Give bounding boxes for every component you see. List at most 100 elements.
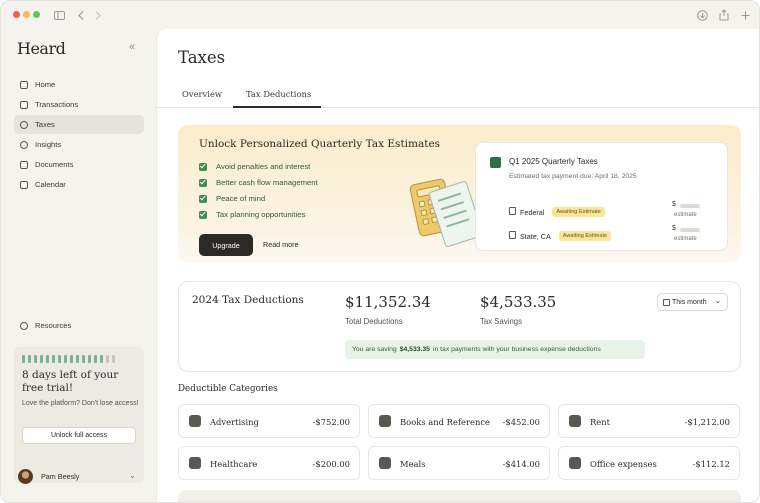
sidebar-item-label: Insights: [35, 140, 62, 149]
home-icon: [20, 80, 28, 89]
calendar-icon: [20, 180, 28, 189]
upgrade-button[interactable]: Upgrade: [199, 234, 253, 256]
estimate-card-subtitle: Estimated tax payment due: April 18, 202…: [509, 173, 637, 180]
check-icon: [199, 162, 207, 171]
category-name: Rent: [590, 417, 611, 427]
megaphone-icon: [189, 415, 201, 427]
chevron-down-icon: ⌄: [715, 298, 721, 305]
total-deductions-value: $11,352.34: [345, 293, 431, 311]
state-row: State, CA Awaiting Estimate: [520, 231, 612, 241]
building-icon: [569, 415, 581, 427]
back-icon[interactable]: [76, 8, 86, 22]
category-value: -$200.00: [312, 459, 350, 469]
check-icon: [199, 210, 207, 219]
status-badge: Awaiting Estimate: [558, 231, 612, 241]
document-icon: [20, 160, 28, 169]
estimate-card-title: Q1 2025 Quarterly Taxes: [509, 157, 598, 166]
office-icon: [569, 457, 581, 469]
deductions-summary-card: 2024 Tax Deductions $11,352.34 Total Ded…: [178, 281, 741, 372]
forward-icon[interactable]: [93, 8, 103, 22]
tab-tax-deductions[interactable]: Tax Deductions: [246, 89, 311, 99]
help-icon: [20, 321, 28, 330]
saving-prefix: You are saving: [352, 346, 397, 353]
download-icon[interactable]: [696, 8, 708, 22]
heard-logo[interactable]: Heard: [17, 39, 66, 58]
avatar: [18, 469, 33, 484]
category-name: Books and Reference: [400, 417, 491, 427]
active-tab-indicator: [233, 106, 321, 108]
sidebar-toggle-icon[interactable]: [53, 8, 65, 22]
tax-savings-value: $4,533.35: [480, 293, 557, 311]
federal-estimate-placeholder: [680, 204, 700, 208]
category-name: Healthcare: [210, 459, 258, 469]
user-menu[interactable]: Pam Beesly: [18, 469, 79, 484]
tab-overview[interactable]: Overview: [182, 89, 222, 99]
sidebar-item-label: Documents: [35, 160, 74, 169]
sidebar-item-insights[interactable]: Insights: [14, 135, 144, 154]
sidebar-item-taxes[interactable]: Taxes: [14, 115, 144, 134]
app-window: Heard « Home Transactions Taxes Insights…: [0, 0, 760, 503]
sidebar-item-label: Transactions: [35, 100, 79, 109]
category-value: -$752.00: [312, 417, 350, 427]
sidebar-item-label: Resources: [35, 321, 72, 330]
category-card-office-expenses[interactable]: Office expenses -$112.12: [558, 446, 740, 480]
category-card-rent[interactable]: Rent -$1,212.00: [558, 404, 740, 438]
state-label: State, CA: [520, 231, 551, 241]
next-section-placeholder: [178, 490, 741, 502]
check-icon: [199, 194, 207, 203]
category-name: Advertising: [210, 417, 259, 427]
saving-amount: $4,533.35: [399, 346, 430, 353]
category-value: -$1,212.00: [684, 417, 730, 427]
maximize-window-button[interactable]: [33, 11, 40, 18]
category-card-healthcare[interactable]: Healthcare -$200.00: [178, 446, 360, 480]
status-badge: Awaiting Estimate: [552, 207, 605, 217]
total-deductions-label: Total Deductions: [345, 317, 403, 326]
unlock-full-access-button[interactable]: Unlock full access: [22, 427, 136, 444]
federal-estimate-note: estimate: [674, 212, 697, 218]
category-card-books[interactable]: Books and Reference -$452.00: [368, 404, 550, 438]
book-icon: [379, 415, 391, 427]
new-tab-icon[interactable]: [739, 8, 751, 22]
sidebar-item-label: Calendar: [35, 180, 66, 189]
promo-title: Unlock Personalized Quarterly Tax Estima…: [199, 138, 441, 150]
state-estimate-placeholder: [680, 228, 700, 232]
benefit-text: Better cash flow management: [216, 178, 318, 187]
page-title: Taxes: [178, 48, 226, 67]
heart-icon: [189, 457, 201, 469]
state-estimate-note: estimate: [674, 236, 697, 242]
tax-savings-label: Tax Savings: [480, 317, 523, 326]
chevron-down-icon[interactable]: ⌄: [129, 471, 136, 480]
minimize-window-button[interactable]: [23, 11, 30, 18]
user-name: Pam Beesly: [41, 472, 80, 481]
quarterly-estimate-card: Q1 2025 Quarterly Taxes Estimated tax pa…: [475, 142, 728, 251]
category-card-meals[interactable]: Meals -$414.00: [368, 446, 550, 480]
period-value: This month: [672, 298, 707, 306]
category-name: Meals: [400, 459, 426, 469]
sidebar-item-resources[interactable]: Resources: [14, 316, 144, 335]
sidebar-item-documents[interactable]: Documents: [14, 155, 144, 174]
sidebar-item-transactions[interactable]: Transactions: [14, 95, 144, 114]
trial-progress-bar: [22, 355, 115, 363]
period-select[interactable]: This month ⌄: [657, 293, 728, 311]
title-bar: [1, 1, 759, 29]
benefit-text: Peace of mind: [216, 194, 266, 203]
sidebar-item-home[interactable]: Home: [14, 75, 144, 94]
savings-banner: You are saving $4,533.35 in tax payments…: [345, 340, 645, 359]
close-window-button[interactable]: [13, 11, 20, 18]
tax-icon: [20, 120, 28, 129]
read-more-link[interactable]: Read more: [263, 240, 299, 249]
categories-heading: Deductible Categories: [178, 384, 278, 394]
collapse-sidebar-icon[interactable]: «: [129, 41, 135, 53]
main-content: Taxes Overview Tax Deductions Unlock Per…: [156, 29, 759, 502]
state-building-icon: [509, 231, 516, 239]
sidebar-item-calendar[interactable]: Calendar: [14, 175, 144, 194]
federal-label: Federal: [520, 207, 545, 217]
category-value: -$414.00: [502, 459, 540, 469]
insights-icon: [20, 140, 28, 149]
state-dollar: $: [672, 225, 676, 232]
benefit-text: Avoid penalties and interest: [216, 162, 311, 171]
check-icon: [199, 178, 207, 187]
trial-title: 8 days left of your free trial!: [22, 369, 119, 394]
share-icon[interactable]: [718, 8, 730, 22]
category-card-advertising[interactable]: Advertising -$752.00: [178, 404, 360, 438]
